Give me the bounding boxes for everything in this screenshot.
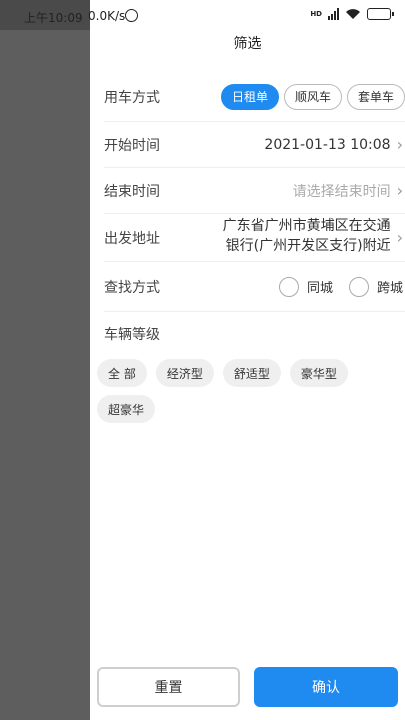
radio-circle-icon[interactable] [278,276,299,297]
row-search-mode: 查找方式 同城 跨城 [104,262,405,312]
row-start-time[interactable]: 开始时间 2021-01-13 10:08 › [104,122,405,168]
reset-button[interactable]: 重置 [97,667,240,707]
radio-same-city-label: 同城 [306,281,333,296]
grade-chip-economy[interactable]: 经济型 [155,359,214,387]
alarm-icon [125,9,138,22]
start-time-value[interactable]: 2021-01-13 10:08 › [264,135,405,154]
status-bar: 上午10:09 0.0K/s HD [0,0,405,30]
end-time-label: 结束时间 [104,183,160,200]
status-time: 上午10:09 [24,11,83,25]
wifi-icon [346,9,360,19]
radio-same-city[interactable]: 同城 [278,276,333,297]
departure-label: 出发地址 [104,230,160,247]
status-right: HD [310,8,394,20]
hd-label: HD [310,9,322,18]
dim-overlay[interactable] [0,0,90,720]
mode-chip-daily[interactable]: 日租单 [220,83,279,110]
network-speed: 0.0K/s [88,9,126,23]
departure-address[interactable]: 广东省广州市黄埔区在交通银行(广州开发区支行)附近 [221,216,391,260]
search-mode-label: 查找方式 [104,279,160,296]
battery-icon [367,8,394,20]
row-rental-mode: 用车方式 日租单 顺风车 套单车 [104,72,405,122]
radio-cross-city[interactable]: 跨城 [348,276,403,297]
start-time-text: 2021-01-13 10:08 [264,136,391,153]
grade-chip-super-luxury[interactable]: 超豪华 [97,395,156,423]
grade-chip-all[interactable]: 全 部 [97,359,147,387]
filter-drawer: 筛选 用车方式 日租单 顺风车 套单车 开始时间 2021-01-13 10:0… [90,0,405,720]
vehicle-grade-options: 全 部 经济型 舒适型 豪华型 超豪华 [97,359,397,423]
grade-chip-luxury[interactable]: 豪华型 [289,359,348,387]
drawer-title: 筛选 [233,36,262,52]
chevron-right-icon: › [396,135,403,154]
mode-chip-carpool[interactable]: 顺风车 [283,83,342,110]
chevron-right-icon: › [396,181,403,200]
rental-mode-label: 用车方式 [104,89,160,106]
row-departure[interactable]: 出发地址 广东省广州市黄埔区在交通银行(广州开发区支行)附近 › [104,214,405,262]
radio-circle-icon[interactable] [348,276,369,297]
signal-icon [328,8,339,20]
mode-chip-package[interactable]: 套单车 [346,83,405,110]
rental-mode-options: 日租单 顺风车 套单车 [220,83,405,110]
grade-chip-comfort[interactable]: 舒适型 [222,359,281,387]
chevron-right-icon: › [396,228,403,247]
confirm-button[interactable]: 确认 [254,667,398,707]
row-end-time[interactable]: 结束时间 请选择结束时间 › [104,168,405,214]
vehicle-grade-label: 车辆等级 [104,327,160,343]
start-time-label: 开始时间 [104,137,160,154]
end-time-placeholder: 请选择结束时间 [292,183,391,200]
radio-cross-city-label: 跨城 [376,281,403,296]
search-mode-radios: 同城 跨城 [278,276,403,297]
end-time-value[interactable]: 请选择结束时间 › [293,181,405,201]
